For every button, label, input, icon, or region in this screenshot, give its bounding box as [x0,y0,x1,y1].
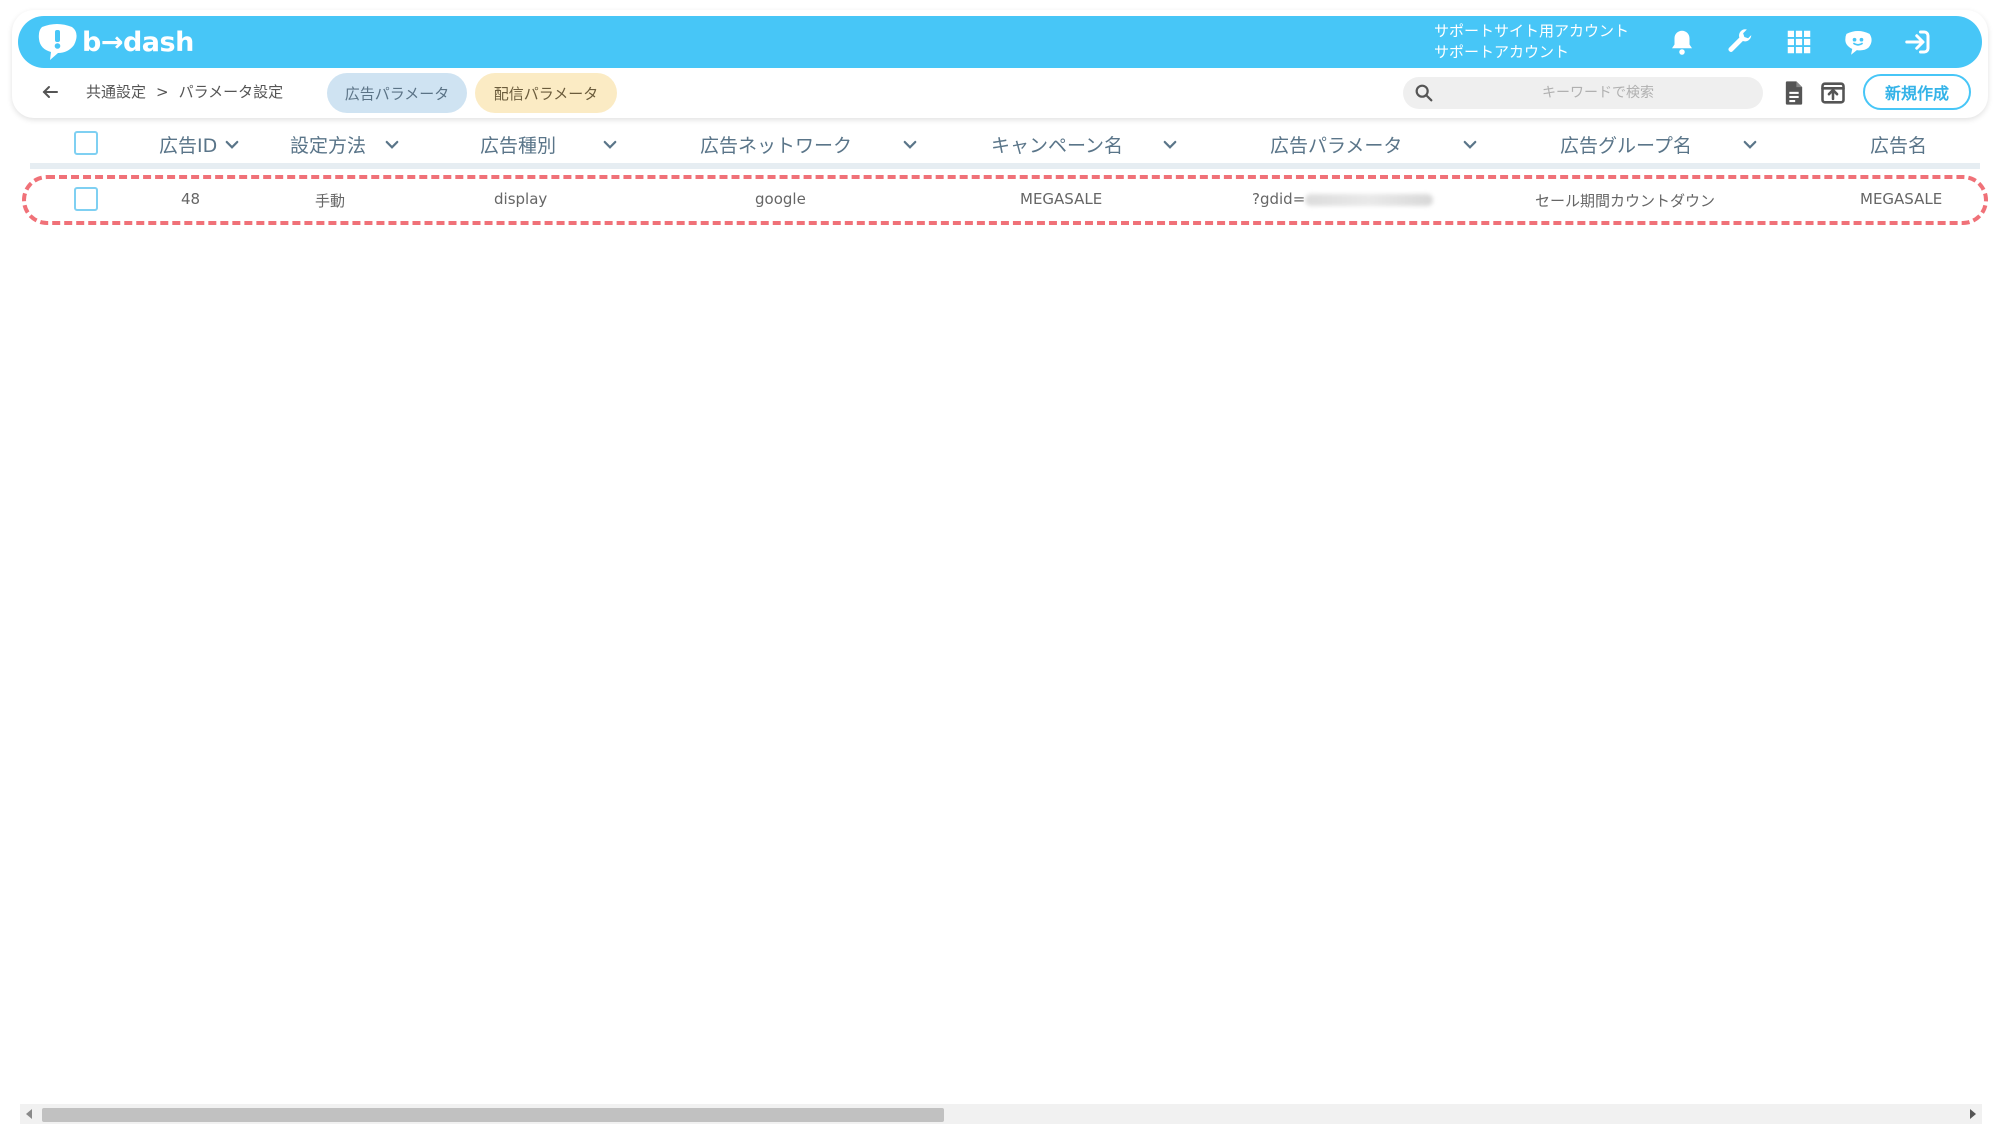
chevron-down-icon[interactable] [901,136,919,154]
account-name: サポートサイト用アカウント [1434,22,1630,40]
logo-icon [38,24,77,60]
search-icon [1415,84,1433,102]
chevron-down-icon[interactable] [1741,136,1759,154]
column-header-label: 広告種別 [480,135,557,157]
account-role: サポートアカウント [1434,43,1570,61]
column-header-label: 広告ID [159,135,218,157]
column-header-ad-parameter[interactable]: 広告パラメータ [1270,131,1402,158]
header-divider [30,163,1980,169]
column-header-label: 広告パラメータ [1270,135,1403,157]
breadcrumb-current: パラメータ設定 [178,83,284,101]
chevron-down-icon[interactable] [383,136,401,154]
cell-method: 手動 [315,192,346,210]
new-create-button[interactable]: 新規作成 [1863,74,1971,110]
top-bar: b→dash サポートサイト用アカウント サポートアカウント [18,16,1982,68]
cell-ad-group: セール期間カウントダウン [1535,192,1716,210]
cell-ad-id: 48 [181,190,201,208]
cell-ad-parameter-text: ?gdid= [1252,190,1306,208]
column-header-label: 広告グループ名 [1560,135,1692,157]
search-box [1403,77,1763,109]
select-all-checkbox[interactable] [74,131,98,155]
document-icon[interactable] [1780,79,1808,107]
chevron-down-icon[interactable] [1161,136,1179,154]
export-icon[interactable] [1819,79,1847,107]
chevron-down-icon[interactable] [601,136,619,154]
cell-ad-name: MEGASALE [1860,190,1943,208]
login-icon[interactable] [1902,26,1934,58]
row-checkbox[interactable] [74,187,98,211]
scroll-right-arrow-icon[interactable] [1970,1109,1976,1119]
column-header-campaign[interactable]: キャンペーン名 [991,131,1123,158]
breadcrumb: 共通設定 > パラメータ設定 [86,81,283,102]
chevron-down-icon[interactable] [223,136,241,154]
cell-ad-type: display [494,190,548,208]
column-header-label: 設定方法 [290,135,367,157]
column-header-ad-group[interactable]: 広告グループ名 [1560,131,1692,158]
column-header-label: 広告名 [1870,135,1928,157]
logo[interactable]: b→dash [36,22,194,62]
cell-network: google [755,190,806,208]
breadcrumb-separator: > [156,82,169,101]
column-header-label: キャンペーン名 [991,135,1124,157]
bell-icon[interactable] [1666,26,1698,58]
tab-delivery-parameter[interactable]: 配信パラメータ [475,73,617,113]
column-header-ad-type[interactable]: 広告種別 [480,131,556,158]
search-input[interactable] [1443,77,1753,109]
tab-ad-parameter[interactable]: 広告パラメータ [327,73,467,113]
logo-text: b→dash [82,26,194,58]
chat-bot-icon[interactable] [1842,26,1874,58]
app-root: b→dash サポートサイト用アカウント サポートアカウント 共通設定 > パラ… [0,0,2000,1125]
wrench-icon[interactable] [1724,26,1756,58]
scrollbar-thumb[interactable] [42,1108,944,1122]
scroll-left-arrow-icon[interactable] [26,1109,32,1119]
chevron-down-icon[interactable] [1461,136,1479,154]
breadcrumb-root[interactable]: 共通設定 [86,81,146,102]
account-info[interactable]: サポートサイト用アカウント サポートアカウント [1434,21,1629,63]
cell-campaign: MEGASALE [1020,190,1103,208]
column-header-network[interactable]: 広告ネットワーク [700,131,852,158]
back-arrow-icon[interactable] [38,80,62,104]
column-header-label: 広告ネットワーク [700,135,853,157]
column-header-ad-name[interactable]: 広告名 [1870,131,1927,158]
horizontal-scrollbar[interactable] [20,1104,1982,1124]
column-header-ad-id[interactable]: 広告ID [159,131,241,158]
table-header: 広告ID 設定方法 広告種別 広告ネットワーク キャンペーン名 広告パラメータ … [30,124,1980,164]
cell-ad-parameter: ?gdid= [1252,190,1434,208]
redacted-value [1305,193,1434,206]
column-header-method[interactable]: 設定方法 [290,131,366,158]
grid-icon[interactable] [1783,26,1815,58]
